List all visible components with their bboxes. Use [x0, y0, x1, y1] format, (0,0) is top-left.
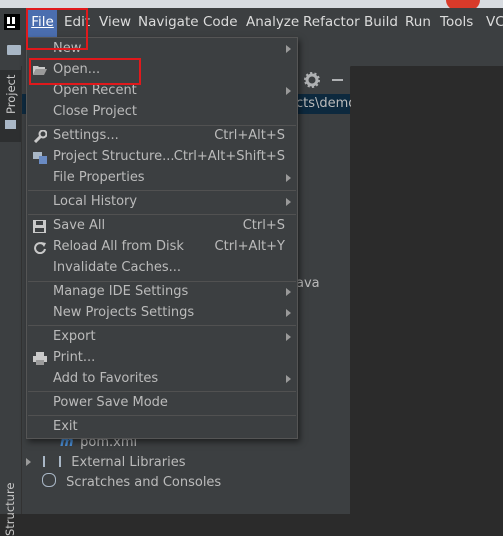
- file-properties-label: File Properties: [53, 170, 145, 185]
- local-history-label: Local History: [53, 194, 137, 209]
- reload-all-label: Reload All from Disk: [53, 239, 184, 254]
- new-projects-settings-label: New Projects Settings: [53, 305, 194, 320]
- project-tab-folder-icon: [5, 120, 16, 129]
- submenu-arrow-icon: [286, 198, 291, 206]
- save-all-shortcut: Ctrl+S: [243, 218, 285, 233]
- open-recent-label: Open Recent: [53, 83, 137, 98]
- menu-item-manage-ide-settings[interactable]: Manage IDE Settings: [27, 282, 297, 303]
- submenu-arrow-icon: [286, 174, 291, 182]
- menu-item-reload-all[interactable]: Reload All from Disk Ctrl+Alt+Y: [27, 237, 297, 258]
- structure-tool-tab[interactable]: Structure: [0, 470, 21, 514]
- menu-view[interactable]: View: [99, 8, 131, 37]
- export-label: Export: [53, 329, 96, 344]
- library-icon: [43, 456, 61, 467]
- settings-shortcut: Ctrl+Alt+S: [214, 128, 285, 143]
- menu-item-invalidate-caches[interactable]: Invalidate Caches...: [27, 258, 297, 279]
- menu-item-new-projects-settings[interactable]: New Projects Settings: [27, 303, 297, 324]
- invalidate-caches-label: Invalidate Caches...: [53, 260, 181, 275]
- save-all-label: Save All: [53, 218, 105, 233]
- scratches-label: Scratches and Consoles: [66, 475, 221, 490]
- project-tab-label: Project: [4, 75, 18, 114]
- chevron-right-icon[interactable]: [26, 458, 31, 466]
- menu-item-print[interactable]: Print...: [27, 348, 297, 369]
- close-project-label: Close Project: [53, 104, 137, 119]
- intellij-logo-icon: [4, 14, 20, 30]
- menu-item-close-project[interactable]: Close Project: [27, 102, 297, 123]
- printer-icon: [33, 352, 47, 365]
- submenu-arrow-icon: [286, 288, 291, 296]
- menu-item-save-all[interactable]: Save All Ctrl+S: [27, 216, 297, 237]
- submenu-arrow-icon: [286, 45, 291, 53]
- project-folder-icon: [7, 45, 21, 55]
- scratches-icon: [42, 473, 56, 487]
- menu-separator: [28, 391, 296, 392]
- menu-code[interactable]: Code: [203, 8, 238, 37]
- hide-panel-icon[interactable]: [332, 79, 343, 81]
- submenu-arrow-icon: [286, 333, 291, 341]
- menu-item-file-properties[interactable]: File Properties: [27, 168, 297, 189]
- open-item-highlight-box: [29, 58, 141, 85]
- menu-analyze[interactable]: Analyze: [246, 8, 299, 37]
- menu-tools[interactable]: Tools: [440, 8, 473, 37]
- menu-item-export[interactable]: Export: [27, 327, 297, 348]
- menu-item-power-save-mode[interactable]: Power Save Mode: [27, 393, 297, 414]
- menu-item-exit[interactable]: Exit: [27, 417, 297, 438]
- menu-vcs[interactable]: VCS: [486, 8, 503, 37]
- project-structure-label: Project Structure...: [53, 149, 174, 164]
- menu-refactor[interactable]: Refactor: [303, 8, 360, 37]
- menu-separator: [28, 214, 296, 215]
- menu-item-project-structure[interactable]: Project Structure... Ctrl+Alt+Shift+S: [27, 147, 297, 168]
- menu-run[interactable]: Run: [405, 8, 431, 37]
- structure-tab-label: Structure: [3, 483, 17, 536]
- menu-item-settings[interactable]: Settings... Ctrl+Alt+S: [27, 126, 297, 147]
- menu-separator: [28, 415, 296, 416]
- power-save-mode-label: Power Save Mode: [53, 395, 168, 410]
- desktop-strip: [0, 0, 503, 8]
- submenu-arrow-icon: [286, 309, 291, 317]
- project-path-text: cts\demo: [296, 94, 356, 114]
- project-structure-shortcut: Ctrl+Alt+Shift+S: [174, 149, 285, 164]
- exit-label: Exit: [53, 419, 78, 434]
- project-tool-tab[interactable]: Project: [0, 70, 21, 142]
- settings-label: Settings...: [53, 128, 119, 143]
- external-libraries-label: External Libraries: [71, 455, 185, 470]
- wrench-icon: [33, 130, 47, 143]
- menu-item-local-history[interactable]: Local History: [27, 192, 297, 213]
- file-menu-dropdown: New Open... Open Recent Close Project Se…: [26, 37, 298, 439]
- reload-all-shortcut: Ctrl+Alt+Y: [215, 239, 285, 254]
- menu-separator: [28, 325, 296, 326]
- menu-navigate[interactable]: Navigate: [138, 8, 199, 37]
- file-menu-highlight-box: [26, 8, 88, 50]
- print-label: Print...: [53, 350, 95, 365]
- reload-icon: [33, 241, 47, 254]
- add-to-favorites-label: Add to Favorites: [53, 371, 158, 386]
- menu-build[interactable]: Build: [364, 8, 398, 37]
- menu-item-add-to-favorites[interactable]: Add to Favorites: [27, 369, 297, 390]
- manage-ide-settings-label: Manage IDE Settings: [53, 284, 188, 299]
- submenu-arrow-icon: [286, 375, 291, 383]
- save-icon: [33, 220, 47, 233]
- tree-row-external-libraries[interactable]: External Libraries: [26, 453, 186, 473]
- java-folder-fragment: ava: [296, 274, 320, 294]
- project-structure-icon: [33, 151, 47, 164]
- submenu-arrow-icon: [286, 87, 291, 95]
- menu-separator: [28, 190, 296, 191]
- gear-icon[interactable]: [303, 71, 321, 89]
- editor-area[interactable]: [351, 66, 503, 514]
- tree-row-scratches[interactable]: Scratches and Consoles: [42, 473, 221, 493]
